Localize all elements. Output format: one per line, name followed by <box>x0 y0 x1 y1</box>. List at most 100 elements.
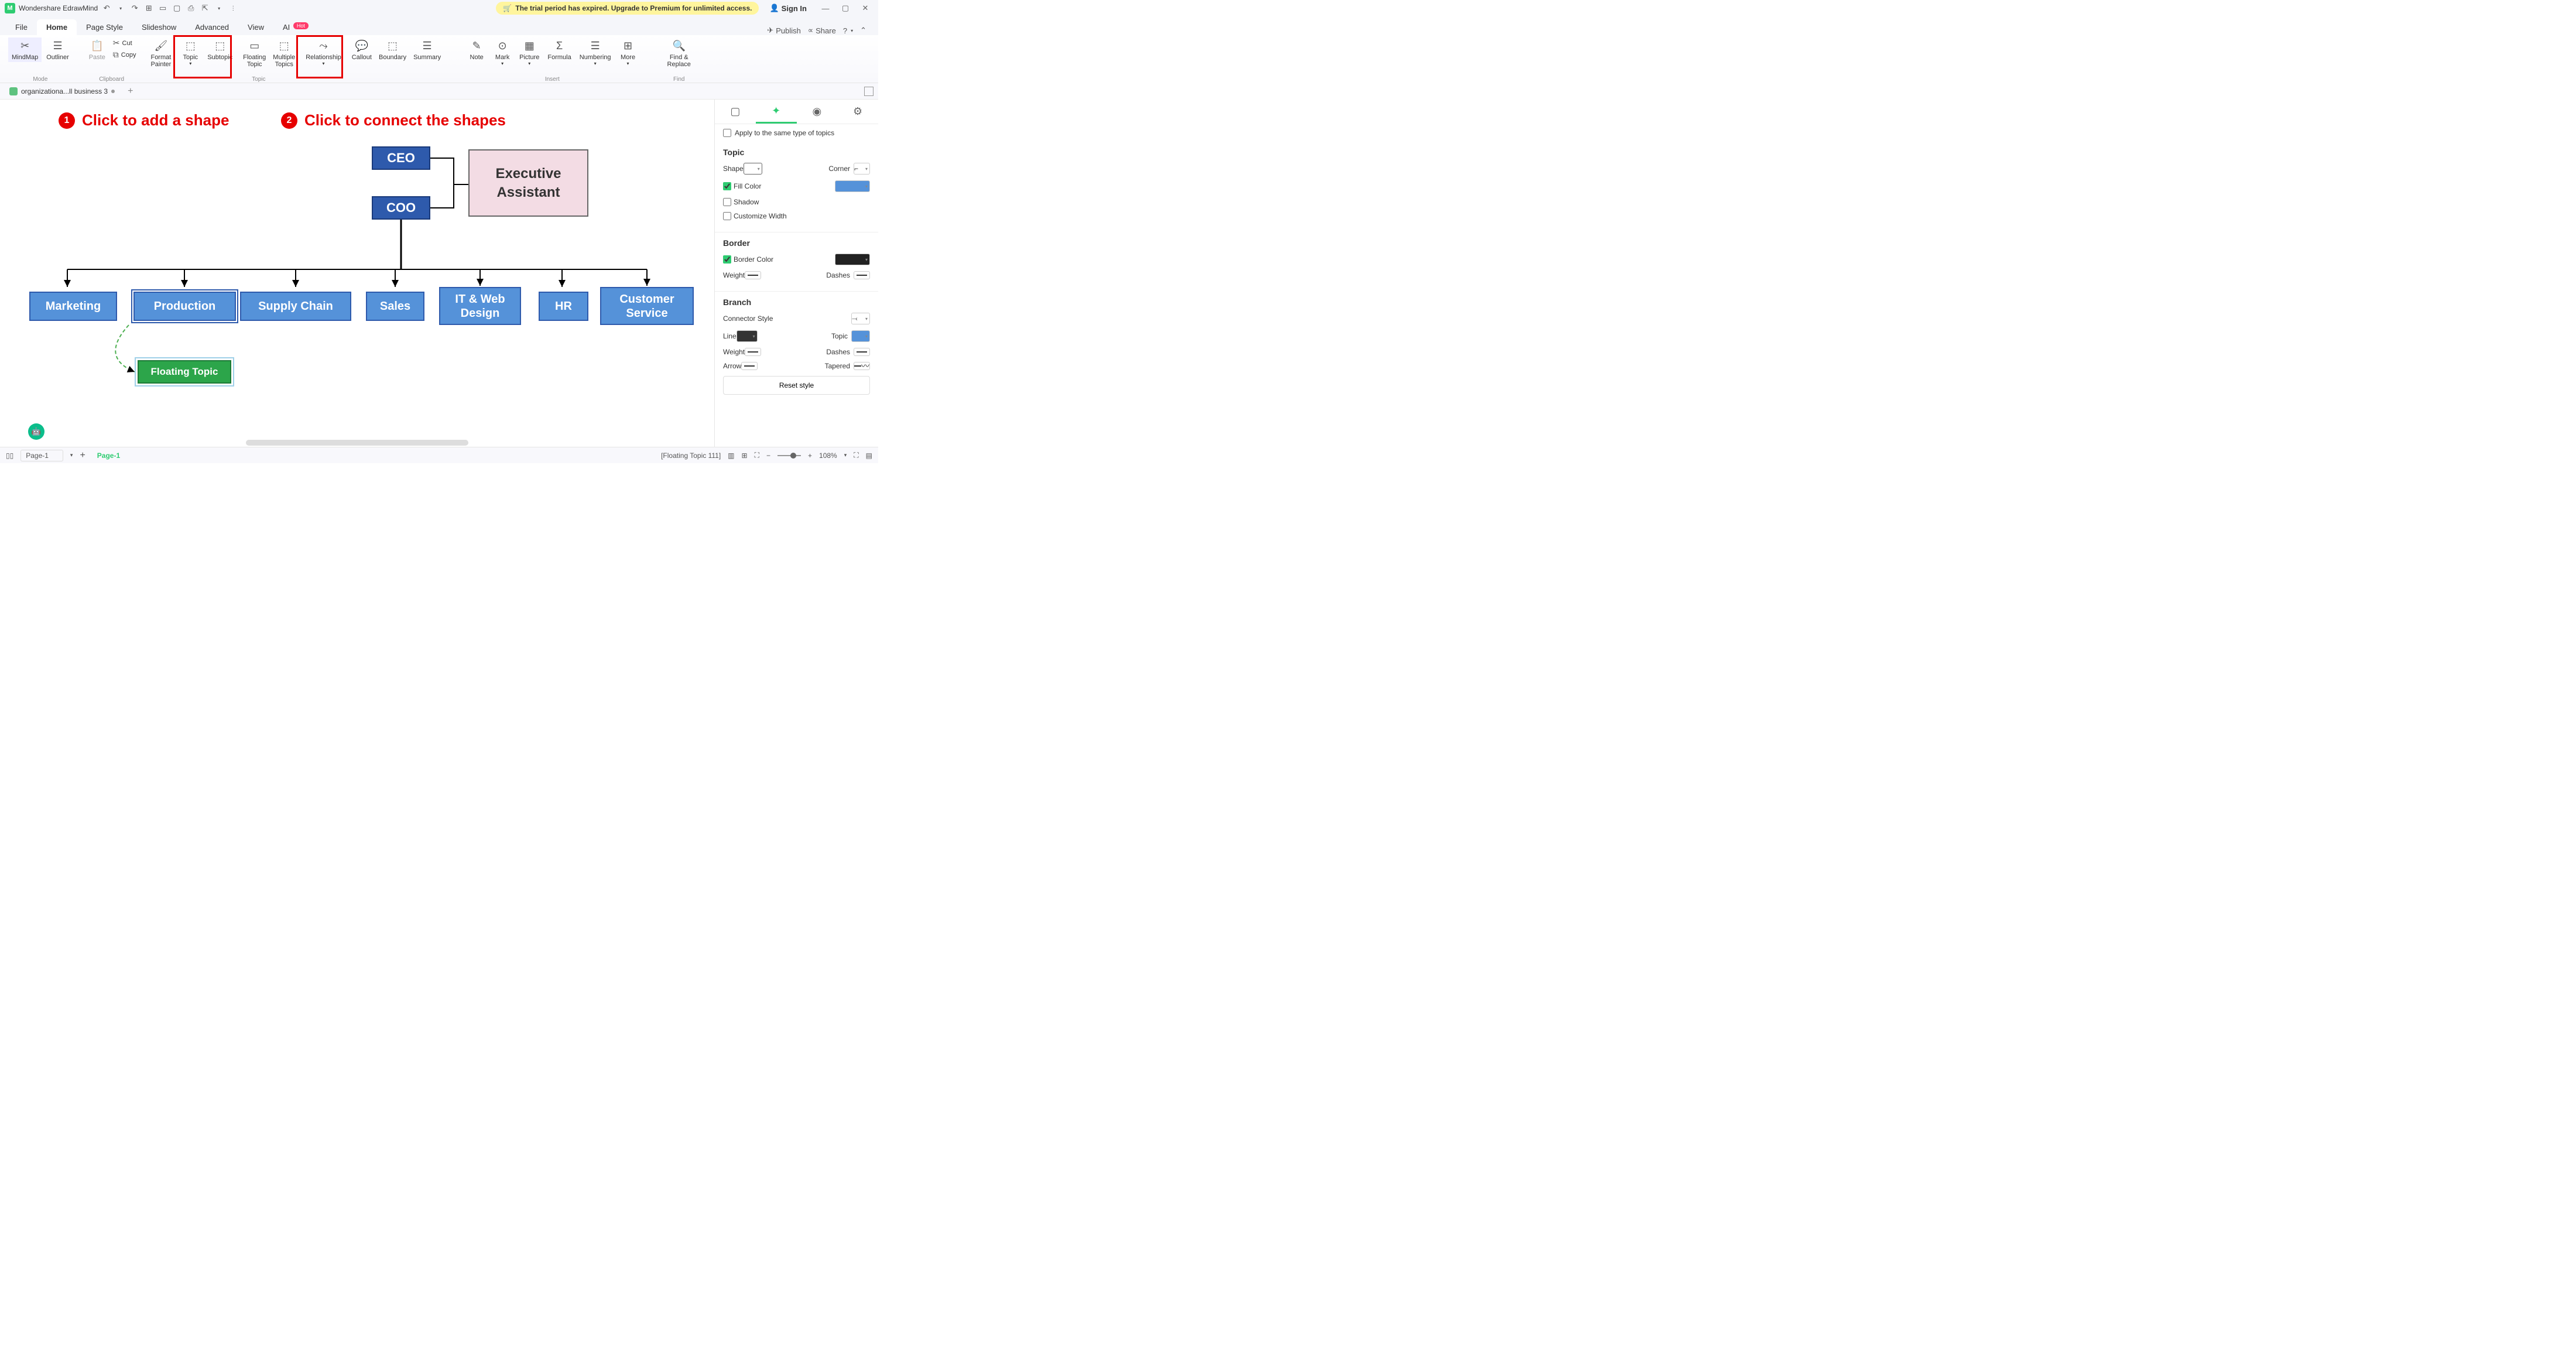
menu-ai[interactable]: AI Hot <box>273 19 318 35</box>
format-painter-button[interactable]: 🖌Format Painter <box>147 37 174 69</box>
open-icon[interactable]: ▭ <box>157 3 168 13</box>
menu-page-style[interactable]: Page Style <box>77 19 132 35</box>
fill-color-checkbox[interactable] <box>723 182 731 190</box>
undo-icon[interactable]: ↶ <box>101 3 112 13</box>
branch-weight-selector[interactable] <box>745 348 761 356</box>
export-icon[interactable]: ⇱ <box>200 3 210 13</box>
node-coo[interactable]: COO <box>372 196 430 220</box>
border-dashes-selector[interactable] <box>854 271 870 279</box>
menu-view[interactable]: View <box>238 19 273 35</box>
apply-same-checkbox[interactable] <box>723 129 731 137</box>
note-button[interactable]: ✎Note <box>464 37 489 67</box>
qat-more-icon[interactable]: ⋮ <box>228 3 238 13</box>
customize-width-checkbox[interactable] <box>723 212 731 220</box>
view-icon-2[interactable]: ⊞ <box>742 451 748 460</box>
reset-style-button[interactable]: Reset style <box>723 376 870 395</box>
minimize-button[interactable]: — <box>817 4 834 13</box>
page-selector[interactable]: Page-1 <box>20 450 63 461</box>
outline-icon[interactable]: ▯▯ <box>6 451 13 460</box>
node-production[interactable]: Production <box>133 292 236 321</box>
document-tab[interactable]: organizationa...ll business 3 <box>5 86 119 97</box>
numbering-button[interactable]: ☰Numbering▾ <box>576 37 615 67</box>
new-icon[interactable]: ⊞ <box>143 3 154 13</box>
sign-in-button[interactable]: 👤 Sign In <box>769 4 807 13</box>
shadow-checkbox[interactable] <box>723 198 731 206</box>
boundary-button[interactable]: ⬚Boundary <box>375 37 410 62</box>
multiple-topics-button[interactable]: ⬚Multiple Topics <box>269 37 299 69</box>
add-tab-button[interactable]: + <box>124 86 136 97</box>
undo-dropdown-icon[interactable]: ▾ <box>115 3 126 13</box>
callout-button[interactable]: 💬Callout <box>348 37 375 62</box>
find-replace-button[interactable]: 🔍Find & Replace <box>664 37 694 69</box>
print-icon[interactable]: ⎙ <box>186 3 196 13</box>
border-color-checkbox[interactable] <box>723 255 731 264</box>
menu-slideshow[interactable]: Slideshow <box>132 19 186 35</box>
outliner-button[interactable]: ☰Outliner <box>43 37 73 62</box>
add-page-button[interactable]: + <box>80 450 85 461</box>
panel-tab-tag[interactable]: ◉ <box>797 100 838 124</box>
canvas[interactable]: 1 Click to add a shape 2 Click to connec… <box>0 100 714 447</box>
help-button[interactable]: ?▾ <box>843 26 853 35</box>
formula-button[interactable]: ΣFormula <box>544 37 574 67</box>
mindmap-button[interactable]: ✂MindMap <box>8 37 42 62</box>
page-tab[interactable]: Page-1 <box>93 451 125 460</box>
fill-color-swatch[interactable] <box>835 180 870 192</box>
corner-selector[interactable]: ⌐ <box>854 163 870 175</box>
panel-tab-shape[interactable]: ▢ <box>715 100 756 124</box>
branch-dashes-selector[interactable] <box>854 348 870 356</box>
save-icon[interactable]: ▢ <box>172 3 182 13</box>
copy-button[interactable]: ⧉Copy <box>111 49 139 60</box>
node-sales[interactable]: Sales <box>366 292 424 321</box>
trial-banner[interactable]: 🛒 The trial period has expired. Upgrade … <box>496 2 759 15</box>
zoom-level[interactable]: 108% <box>819 451 837 460</box>
menu-advanced[interactable]: Advanced <box>186 19 238 35</box>
node-customer-service[interactable]: Customer Service <box>600 287 694 325</box>
relationship-button[interactable]: ⤳Relationship▾ <box>302 37 345 67</box>
panel-tab-style[interactable]: ✦ <box>756 100 797 124</box>
chatbot-button[interactable]: 🤖 <box>28 423 44 440</box>
node-it-web[interactable]: IT & Web Design <box>439 287 521 325</box>
shape-selector[interactable] <box>744 163 762 175</box>
panel-tab-settings[interactable]: ⚙ <box>837 100 878 124</box>
picture-button[interactable]: ▦Picture▾ <box>516 37 543 67</box>
tapered-selector[interactable]: 〰 <box>854 362 870 370</box>
topic-button[interactable]: ⬚Topic▾ <box>178 37 203 67</box>
fullscreen-icon[interactable]: ⛶ <box>854 451 858 460</box>
summary-button[interactable]: ☰Summary <box>410 37 444 62</box>
line-color-swatch[interactable] <box>737 330 758 342</box>
zoom-in-button[interactable]: + <box>808 451 812 460</box>
node-supply-chain[interactable]: Supply Chain <box>240 292 351 321</box>
panel-toggle-icon[interactable] <box>864 87 873 96</box>
view-icon-1[interactable]: ▥ <box>728 451 734 460</box>
border-color-swatch[interactable] <box>835 254 870 265</box>
paste-button[interactable]: 📋Paste <box>85 37 109 62</box>
maximize-button[interactable]: ▢ <box>837 4 854 13</box>
collapse-ribbon-button[interactable]: ⌃ <box>860 26 866 35</box>
zoom-out-button[interactable]: − <box>766 451 770 460</box>
border-weight-selector[interactable] <box>745 271 761 279</box>
more-button[interactable]: ⊞More▾ <box>616 37 640 67</box>
share-button[interactable]: ∝Share <box>808 26 836 35</box>
node-hr[interactable]: HR <box>539 292 588 321</box>
node-ceo[interactable]: CEO <box>372 146 430 170</box>
node-floating-topic[interactable]: Floating Topic <box>138 360 231 384</box>
node-marketing[interactable]: Marketing <box>29 292 117 321</box>
page-dropdown-icon[interactable]: ▾ <box>70 452 73 459</box>
menu-home[interactable]: Home <box>37 19 77 35</box>
zoom-slider[interactable] <box>777 455 801 456</box>
zoom-dropdown-icon[interactable]: ▾ <box>844 452 847 459</box>
node-executive-assistant[interactable]: Executive Assistant <box>468 149 588 217</box>
horizontal-scrollbar[interactable] <box>246 440 468 446</box>
menu-file[interactable]: File <box>6 19 37 35</box>
publish-button[interactable]: ✈Publish <box>767 26 801 35</box>
floating-topic-button[interactable]: ▭Floating Topic <box>239 37 269 69</box>
qat-dropdown-icon[interactable]: ▾ <box>214 3 224 13</box>
view-icon-3[interactable]: ⛶ <box>755 451 759 460</box>
connector-style-selector[interactable]: ⤙ <box>851 313 870 324</box>
arrow-selector[interactable] <box>741 362 758 370</box>
redo-icon[interactable]: ↷ <box>129 3 140 13</box>
close-button[interactable]: ✕ <box>857 4 873 13</box>
panel-collapse-icon[interactable]: ▤ <box>866 451 872 460</box>
topic-color-swatch[interactable] <box>851 330 870 342</box>
cut-button[interactable]: ✂Cut <box>111 37 139 48</box>
